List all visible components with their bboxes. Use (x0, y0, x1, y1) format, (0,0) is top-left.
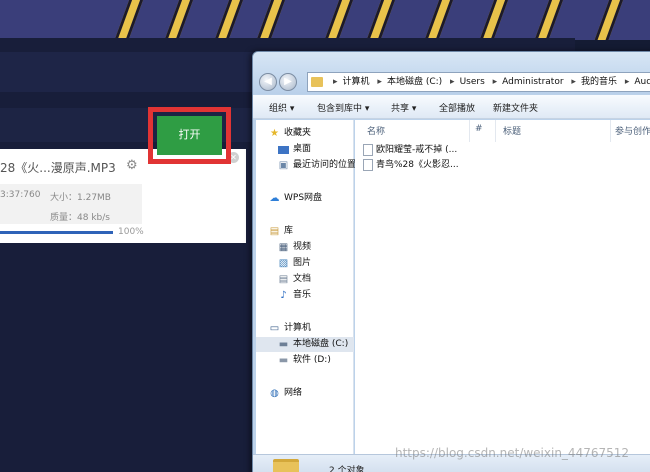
column-header-artist[interactable]: 参与创作 (615, 124, 650, 137)
task-progress-bar (0, 231, 113, 234)
file-row[interactable]: 欧阳耀莹-戒不掉 (... (363, 143, 483, 158)
desktop-icon (278, 146, 289, 154)
drive-icon: ▬ (278, 355, 289, 366)
new-folder-button[interactable]: 新建文件夹 (493, 101, 538, 114)
column-header-name[interactable]: 名称 (367, 124, 385, 137)
chevron-right-icon[interactable]: ▸ (445, 77, 460, 87)
task-size: 大小：1.27MB (50, 193, 111, 203)
breadcrumb: ▸ 计算机 ▸ 本地磁盘 (C:) ▸ Users ▸ Administrator ▸ 我… (328, 73, 650, 91)
nav-item-favorites[interactable]: ★ 收藏夹 (256, 126, 354, 141)
nav-label: 音乐 (293, 290, 312, 300)
cloud-icon: ☁ (269, 193, 280, 204)
nav-label: 最近访问的位置 (293, 160, 357, 170)
document-icon: ▤ (278, 274, 289, 285)
task-progress-text: 100% (118, 227, 144, 237)
desktop-wallpaper (0, 0, 650, 40)
breadcrumb-item-audioed[interactable]: AudioEd (634, 77, 650, 87)
column-header-number[interactable]: # (475, 124, 483, 134)
breadcrumb-item-computer[interactable]: 计算机 (343, 77, 370, 87)
breadcrumb-item-drive-c[interactable]: 本地磁盘 (C:) (387, 77, 442, 87)
nav-item-documents[interactable]: ▤ 文档 (256, 272, 354, 287)
nav-label: WPS网盘 (284, 193, 323, 203)
chevron-right-icon[interactable]: ▸ (372, 77, 387, 87)
include-in-library-menu[interactable]: 包含到库中 ▾ (317, 101, 369, 114)
nav-item-videos[interactable]: ▦ 视频 (256, 240, 354, 255)
nav-item-library[interactable]: ▤ 库 (256, 224, 354, 239)
gear-icon[interactable]: ⚙ (126, 158, 138, 173)
file-icon (363, 159, 373, 171)
nav-label: 文档 (293, 274, 312, 284)
column-header-title[interactable]: 标题 (503, 124, 521, 137)
status-item-count: 2 个对象 (329, 466, 365, 472)
computer-icon: ▭ (269, 323, 280, 334)
nav-item-pictures[interactable]: ▧ 图片 (256, 256, 354, 271)
nav-item-drive-c[interactable]: ▬ 本地磁盘 (C:) (256, 337, 354, 352)
column-divider[interactable] (469, 120, 470, 142)
task-quality: 质量：48 kb/s (50, 213, 110, 223)
nav-label: 本地磁盘 (C:) (293, 339, 349, 349)
explorer-title-area: ◀ ▶ ▸ 计算机 ▸ 本地磁盘 (C:) ▸ Users ▸ Administrato… (253, 52, 650, 94)
task-meta-box: 3:37:760 大小：1.27MB 质量：48 kb/s (0, 184, 142, 224)
picture-icon: ▧ (278, 258, 289, 269)
nav-item-wps-drive[interactable]: ☁ WPS网盘 (256, 191, 354, 206)
nav-item-drive-d[interactable]: ▬ 软件 (D:) (256, 353, 354, 368)
folder-icon (273, 459, 299, 472)
breadcrumb-item-music[interactable]: 我的音乐 (581, 77, 617, 87)
play-all-button[interactable]: 全部播放 (439, 101, 475, 114)
library-icon: ▤ (269, 226, 280, 237)
task-progress-fill (0, 231, 113, 234)
star-icon: ★ (270, 128, 279, 139)
column-divider[interactable] (495, 120, 496, 142)
share-menu[interactable]: 共享 ▾ (391, 101, 416, 114)
drive-icon: ▬ (278, 339, 289, 350)
open-button[interactable]: 打开 (157, 116, 222, 155)
video-icon: ▦ (278, 242, 289, 253)
nav-item-computer[interactable]: ▭ 计算机 (256, 321, 354, 336)
task-file-name: 28《火...漫原声.MP3 (0, 161, 116, 175)
nav-item-network[interactable]: ◍ 网络 (256, 386, 354, 401)
nav-item-music[interactable]: ♪ 音乐 (256, 288, 354, 303)
file-explorer-window: ◀ ▶ ▸ 计算机 ▸ 本地磁盘 (C:) ▸ Users ▸ Administrato… (252, 51, 650, 472)
folder-icon (311, 77, 323, 87)
music-icon: ♪ (280, 290, 287, 301)
explorer-toolbar: 组织 ▾ 包含到库中 ▾ 共享 ▾ 全部播放 新建文件夹 (253, 95, 650, 119)
nav-item-desktop[interactable]: 桌面 (256, 142, 354, 157)
nav-label: 软件 (D:) (293, 355, 331, 365)
forward-button[interactable]: ▶ (279, 73, 297, 91)
nav-item-recent[interactable]: ▣ 最近访问的位置 (256, 158, 357, 173)
chevron-right-icon[interactable]: ▸ (566, 77, 581, 87)
file-name: 青鸟%28《火影忍... (376, 160, 459, 170)
organize-menu[interactable]: 组织 ▾ (269, 101, 294, 114)
network-icon: ◍ (270, 388, 279, 399)
nav-label: 计算机 (284, 323, 312, 333)
file-icon (363, 144, 373, 156)
chevron-right-icon: ▸ (333, 77, 338, 87)
task-duration: 3:37:760 (0, 190, 41, 200)
file-row[interactable]: 青鸟%28《火影忍... (363, 158, 483, 173)
breadcrumb-item-users[interactable]: Users (460, 77, 485, 87)
nav-label: 库 (284, 226, 294, 236)
breadcrumb-item-administrator[interactable]: Administrator (502, 77, 563, 87)
chevron-right-icon[interactable]: ▸ (620, 77, 635, 87)
back-button[interactable]: ◀ (259, 73, 277, 91)
navigation-pane: ★ 收藏夹 桌面 ▣ 最近访问的位置 ☁ WPS网盘 ▤ 库 ▦ 视频 ▧ 图片… (256, 120, 357, 472)
status-bar: 2 个对象 (253, 454, 650, 472)
nav-label: 收藏夹 (284, 128, 312, 138)
nav-label: 图片 (293, 258, 312, 268)
column-divider[interactable] (610, 120, 611, 142)
address-bar[interactable]: ▸ 计算机 ▸ 本地磁盘 (C:) ▸ Users ▸ Administrator ▸ 我… (307, 72, 650, 92)
recent-places-icon: ▣ (278, 160, 289, 171)
chevron-right-icon[interactable]: ▸ (488, 77, 503, 87)
nav-label: 网络 (284, 388, 303, 398)
nav-label: 桌面 (293, 144, 312, 154)
file-name: 欧阳耀莹-戒不掉 (... (376, 145, 458, 155)
file-list: 名称 # 标题 参与创作 欧阳耀莹-戒不掉 (... 青鸟%28《火影忍... (355, 120, 650, 464)
nav-label: 视频 (293, 242, 312, 252)
